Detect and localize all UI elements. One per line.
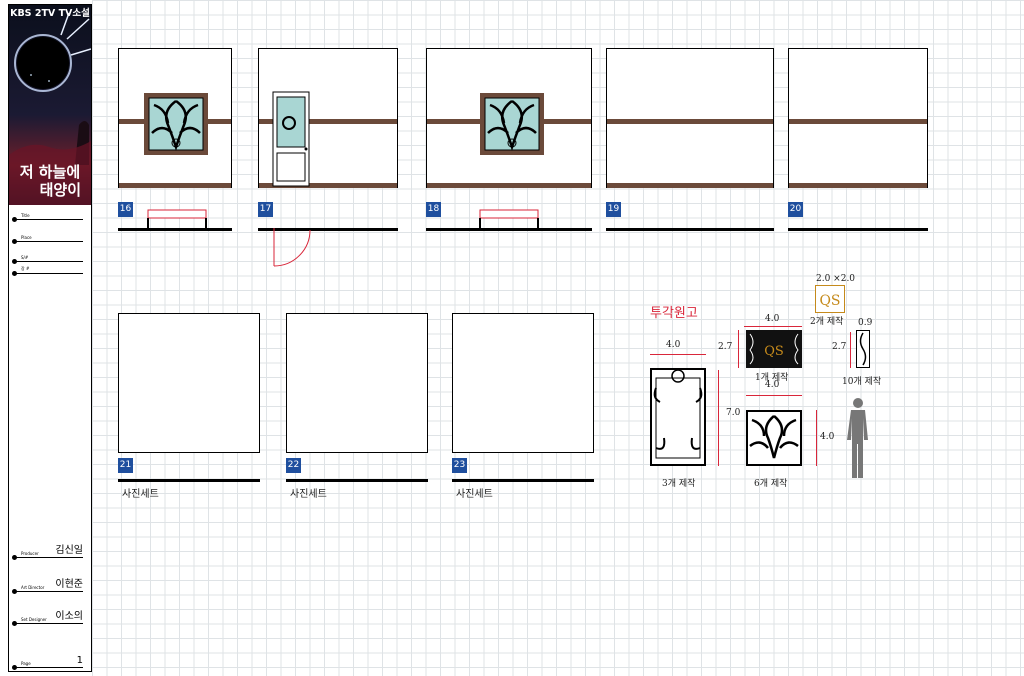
- tall-panel-width: 4.0: [666, 340, 681, 350]
- ornamental-window-icon: [480, 93, 544, 155]
- plan-wall: [788, 228, 928, 231]
- panel-number: 19: [606, 202, 621, 217]
- tall-panel-count: 3개 제작: [662, 479, 696, 489]
- elevation-17: [258, 48, 398, 188]
- tall-panel-height: 7.0: [726, 408, 741, 418]
- poster-title: 저 하늘에 태양이: [11, 163, 89, 199]
- logo-count-label: 2개 제작: [810, 317, 844, 327]
- panel-caption: 사진세트: [456, 489, 493, 500]
- elevation-20: [788, 48, 928, 188]
- tall-fretwork-panel: [650, 368, 706, 466]
- plan-wall: [286, 479, 428, 482]
- narrow-panel-count: 10개 제작: [842, 377, 882, 387]
- narrow-panel-height: 2.7: [832, 342, 847, 352]
- panel-number: 17: [258, 202, 273, 217]
- logo-fretwork-panel: QS: [746, 330, 802, 368]
- qs-logo-icon: QS: [815, 285, 845, 313]
- dim-line: [850, 332, 851, 368]
- elevation-22: [286, 313, 428, 453]
- dim-line: [738, 330, 739, 368]
- broadcaster-label: KBS 2TV TV소설: [10, 8, 90, 19]
- dim-line: [746, 395, 802, 396]
- plan-wall: [606, 228, 774, 231]
- elevation-18: [426, 48, 592, 188]
- panel-number: 22: [286, 458, 301, 473]
- panel-number: 21: [118, 458, 133, 473]
- door-icon: [272, 91, 310, 187]
- narrow-panel-width: 0.9: [858, 318, 873, 328]
- poster-title-line2: 태양이: [39, 181, 81, 199]
- dim-line: [744, 326, 802, 327]
- panel-caption: 사진세트: [122, 489, 159, 500]
- elevation-23: [452, 313, 594, 453]
- elevation-16: [118, 48, 232, 188]
- producer-field: Producer 김신일: [12, 545, 83, 560]
- square-panel-height: 4.0: [820, 432, 835, 442]
- elevation-21: [118, 313, 260, 453]
- dim-line: [650, 354, 706, 355]
- square-panel-width: 4.0: [765, 380, 780, 390]
- small-panel-height: 2.7: [718, 342, 733, 352]
- square-fretwork-panel: [746, 410, 802, 466]
- fretwork-title: 투각원고: [650, 306, 698, 321]
- ornamental-window-icon: [144, 93, 208, 155]
- plan-wall: [452, 479, 594, 482]
- scene-field: S/#: [12, 251, 83, 264]
- panel-number: 23: [452, 458, 467, 473]
- svg-text:QS: QS: [764, 344, 784, 359]
- svg-text:QS: QS: [819, 293, 840, 309]
- art-director-field: Art Director 이현준: [12, 579, 83, 594]
- panel-number: 20: [788, 202, 803, 217]
- place-field: Place: [12, 231, 83, 244]
- set-designer-field: Set Designer 이소의: [12, 611, 83, 626]
- logo-size-label: 2.0 ×2.0: [816, 274, 856, 284]
- elevation-19: [606, 48, 774, 188]
- bench-plan-icon: [147, 209, 207, 228]
- title-block: KBS 2TV TV소설 저 하늘에 태양이 Title Place S/# 장…: [8, 4, 92, 672]
- chapter-field: 장 #: [12, 263, 83, 276]
- panel-number: 16: [118, 202, 133, 217]
- baseboard: [119, 183, 231, 188]
- plan-wall: [118, 479, 260, 482]
- panel-number: 18: [426, 202, 441, 217]
- human-scale-figure-icon: [847, 398, 868, 478]
- dim-line: [816, 410, 817, 466]
- page-field: Page 1: [12, 655, 83, 670]
- door-swing-icon: [273, 228, 311, 267]
- small-panel-width: 4.0: [765, 314, 780, 324]
- dim-line: [718, 370, 719, 466]
- drama-poster: KBS 2TV TV소설 저 하늘에 태양이: [9, 5, 91, 205]
- title-field: Title: [12, 209, 83, 222]
- poster-title-line1: 저 하늘에: [19, 163, 81, 181]
- narrow-fretwork-panel: [856, 330, 870, 368]
- bench-plan-icon: [479, 209, 539, 228]
- square-panel-count: 6개 제작: [754, 479, 788, 489]
- panel-caption: 사진세트: [290, 489, 327, 500]
